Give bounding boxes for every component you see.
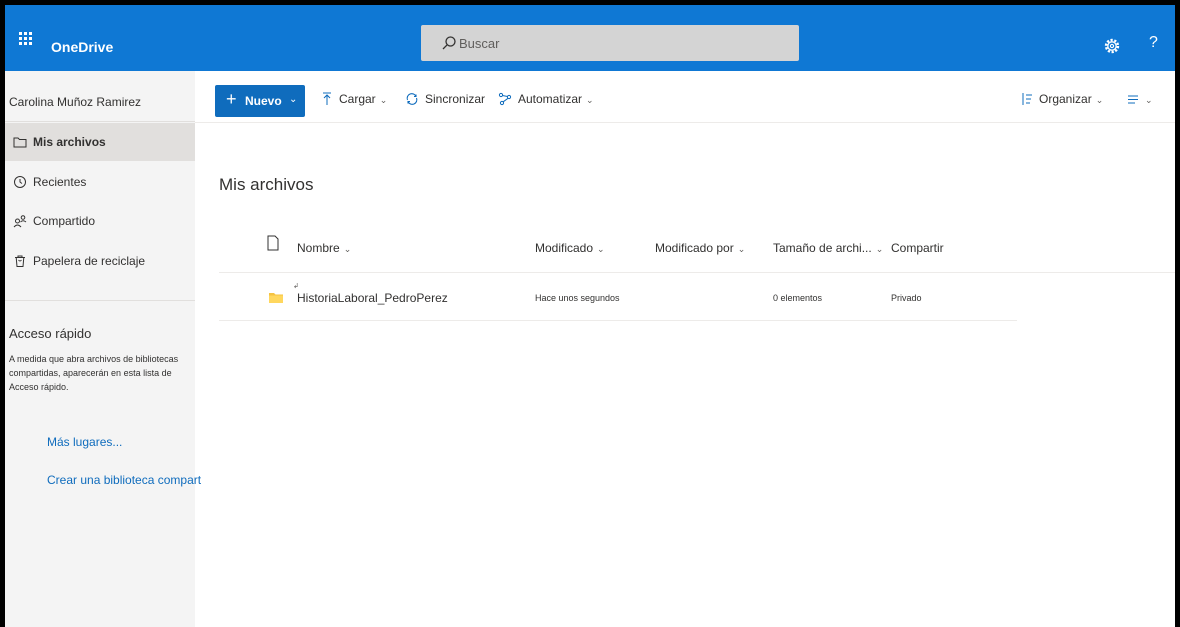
sidebar-item-recent[interactable]: Recientes <box>5 163 195 201</box>
chevron-down-icon: ⌄ <box>1095 95 1104 105</box>
column-header-modified[interactable]: Modificado ⌄ <box>535 241 605 255</box>
sort-icon <box>1022 93 1032 105</box>
list-view-icon <box>1128 95 1138 104</box>
upload-icon <box>323 92 331 105</box>
chevron-down-icon: ⌄ <box>379 95 388 105</box>
folder-icon <box>269 293 283 303</box>
onedrive-window: OneDrive ? Carolina Muñoz Ramirez Mis ar… <box>0 0 1180 627</box>
user-name: Carolina Muñoz Ramirez <box>9 95 142 109</box>
file-size: 0 elementos <box>773 293 823 303</box>
upload-label: Cargar <box>339 92 376 106</box>
folder-icon <box>13 137 27 148</box>
plus-icon: + <box>226 89 237 109</box>
search-input[interactable] <box>459 25 789 61</box>
chevron-down-icon: ⌄ <box>343 244 352 254</box>
column-header-name[interactable]: Nombre ⌄ <box>297 241 351 255</box>
app-launcher-icon[interactable] <box>19 32 33 46</box>
sync-label: Sincronizar <box>425 92 486 106</box>
clock-icon <box>14 176 26 188</box>
sidebar-item-shared[interactable]: Compartido <box>5 202 195 240</box>
view-options-button[interactable]: ⌄ <box>1127 92 1153 106</box>
left-navigation: Carolina Muñoz Ramirez Mis archivos Reci… <box>5 71 201 627</box>
trash-icon <box>15 255 25 267</box>
sync-icon <box>406 93 418 105</box>
flow-icon <box>498 92 512 106</box>
sidebar-item-label: Mis archivos <box>33 135 106 149</box>
nav-divider <box>5 121 195 122</box>
chevron-down-icon: ⌄ <box>289 94 298 105</box>
upload-button[interactable]: Cargar ⌄ <box>321 92 387 106</box>
command-bar: + Nuevo ⌄ Cargar ⌄ Sincronizar Automatiz… <box>195 71 1175 123</box>
people-icon <box>13 215 27 228</box>
more-places-link[interactable]: Más lugares... <box>47 435 122 449</box>
app-brand[interactable]: OneDrive <box>51 39 113 55</box>
nav-divider <box>5 300 195 301</box>
help-icon[interactable]: ? <box>1149 34 1158 52</box>
sidebar-item-label: Recientes <box>33 175 87 189</box>
table-row[interactable]: ↲ HistoriaLaboral_PedroPerez Hace unos s… <box>219 274 1017 321</box>
sidebar-item-my-files[interactable]: Mis archivos <box>5 123 195 161</box>
sync-button[interactable]: Sincronizar <box>405 92 485 106</box>
new-button[interactable]: + Nuevo ⌄ <box>215 85 305 117</box>
sync-status-icon: ↲ <box>293 283 299 290</box>
column-header-size[interactable]: Tamaño de archi... ⌄ <box>773 241 883 255</box>
search-icon <box>442 36 456 50</box>
file-sharing: Privado <box>891 293 922 303</box>
sidebar-item-label: Papelera de reciclaje <box>33 254 146 268</box>
file-list-header: Nombre ⌄ Modificado ⌄ Modificado por ⌄ Tama… <box>219 227 1175 273</box>
automate-label: Automatizar <box>518 92 583 106</box>
quick-access-title: Acceso rápido <box>9 326 92 341</box>
chevron-down-icon: ⌄ <box>1145 95 1153 105</box>
quick-access-description: A medida que abra archivos de biblioteca… <box>9 354 179 392</box>
page-title: Mis archivos <box>219 175 314 194</box>
sidebar-item-label: Compartido <box>33 214 96 228</box>
column-header-modified-by[interactable]: Modificado por ⌄ <box>655 241 745 255</box>
organize-button[interactable]: Organizar ⌄ <box>1021 92 1103 106</box>
file-name[interactable]: HistoriaLaboral_PedroPerez <box>297 291 448 305</box>
column-header-sharing[interactable]: Compartir <box>891 241 944 255</box>
sidebar-item-recycle-bin[interactable]: Papelera de reciclaje <box>5 242 195 280</box>
chevron-down-icon: ⌄ <box>586 95 594 105</box>
file-modified: Hace unos segundos <box>535 293 620 303</box>
chevron-down-icon: ⌄ <box>597 244 605 254</box>
gear-icon[interactable] <box>1104 38 1120 54</box>
search-box[interactable] <box>421 25 799 61</box>
organize-label: Organizar <box>1039 92 1092 106</box>
automate-button[interactable]: Automatizar ⌄ <box>498 92 594 106</box>
create-library-link[interactable]: Crear una biblioteca compart <box>47 473 201 487</box>
chevron-down-icon: ⌄ <box>875 244 884 254</box>
suite-header: OneDrive ? <box>5 5 1175 71</box>
new-button-label: Nuevo <box>245 94 282 108</box>
file-type-icon[interactable] <box>267 235 279 251</box>
chevron-down-icon: ⌄ <box>737 244 746 254</box>
